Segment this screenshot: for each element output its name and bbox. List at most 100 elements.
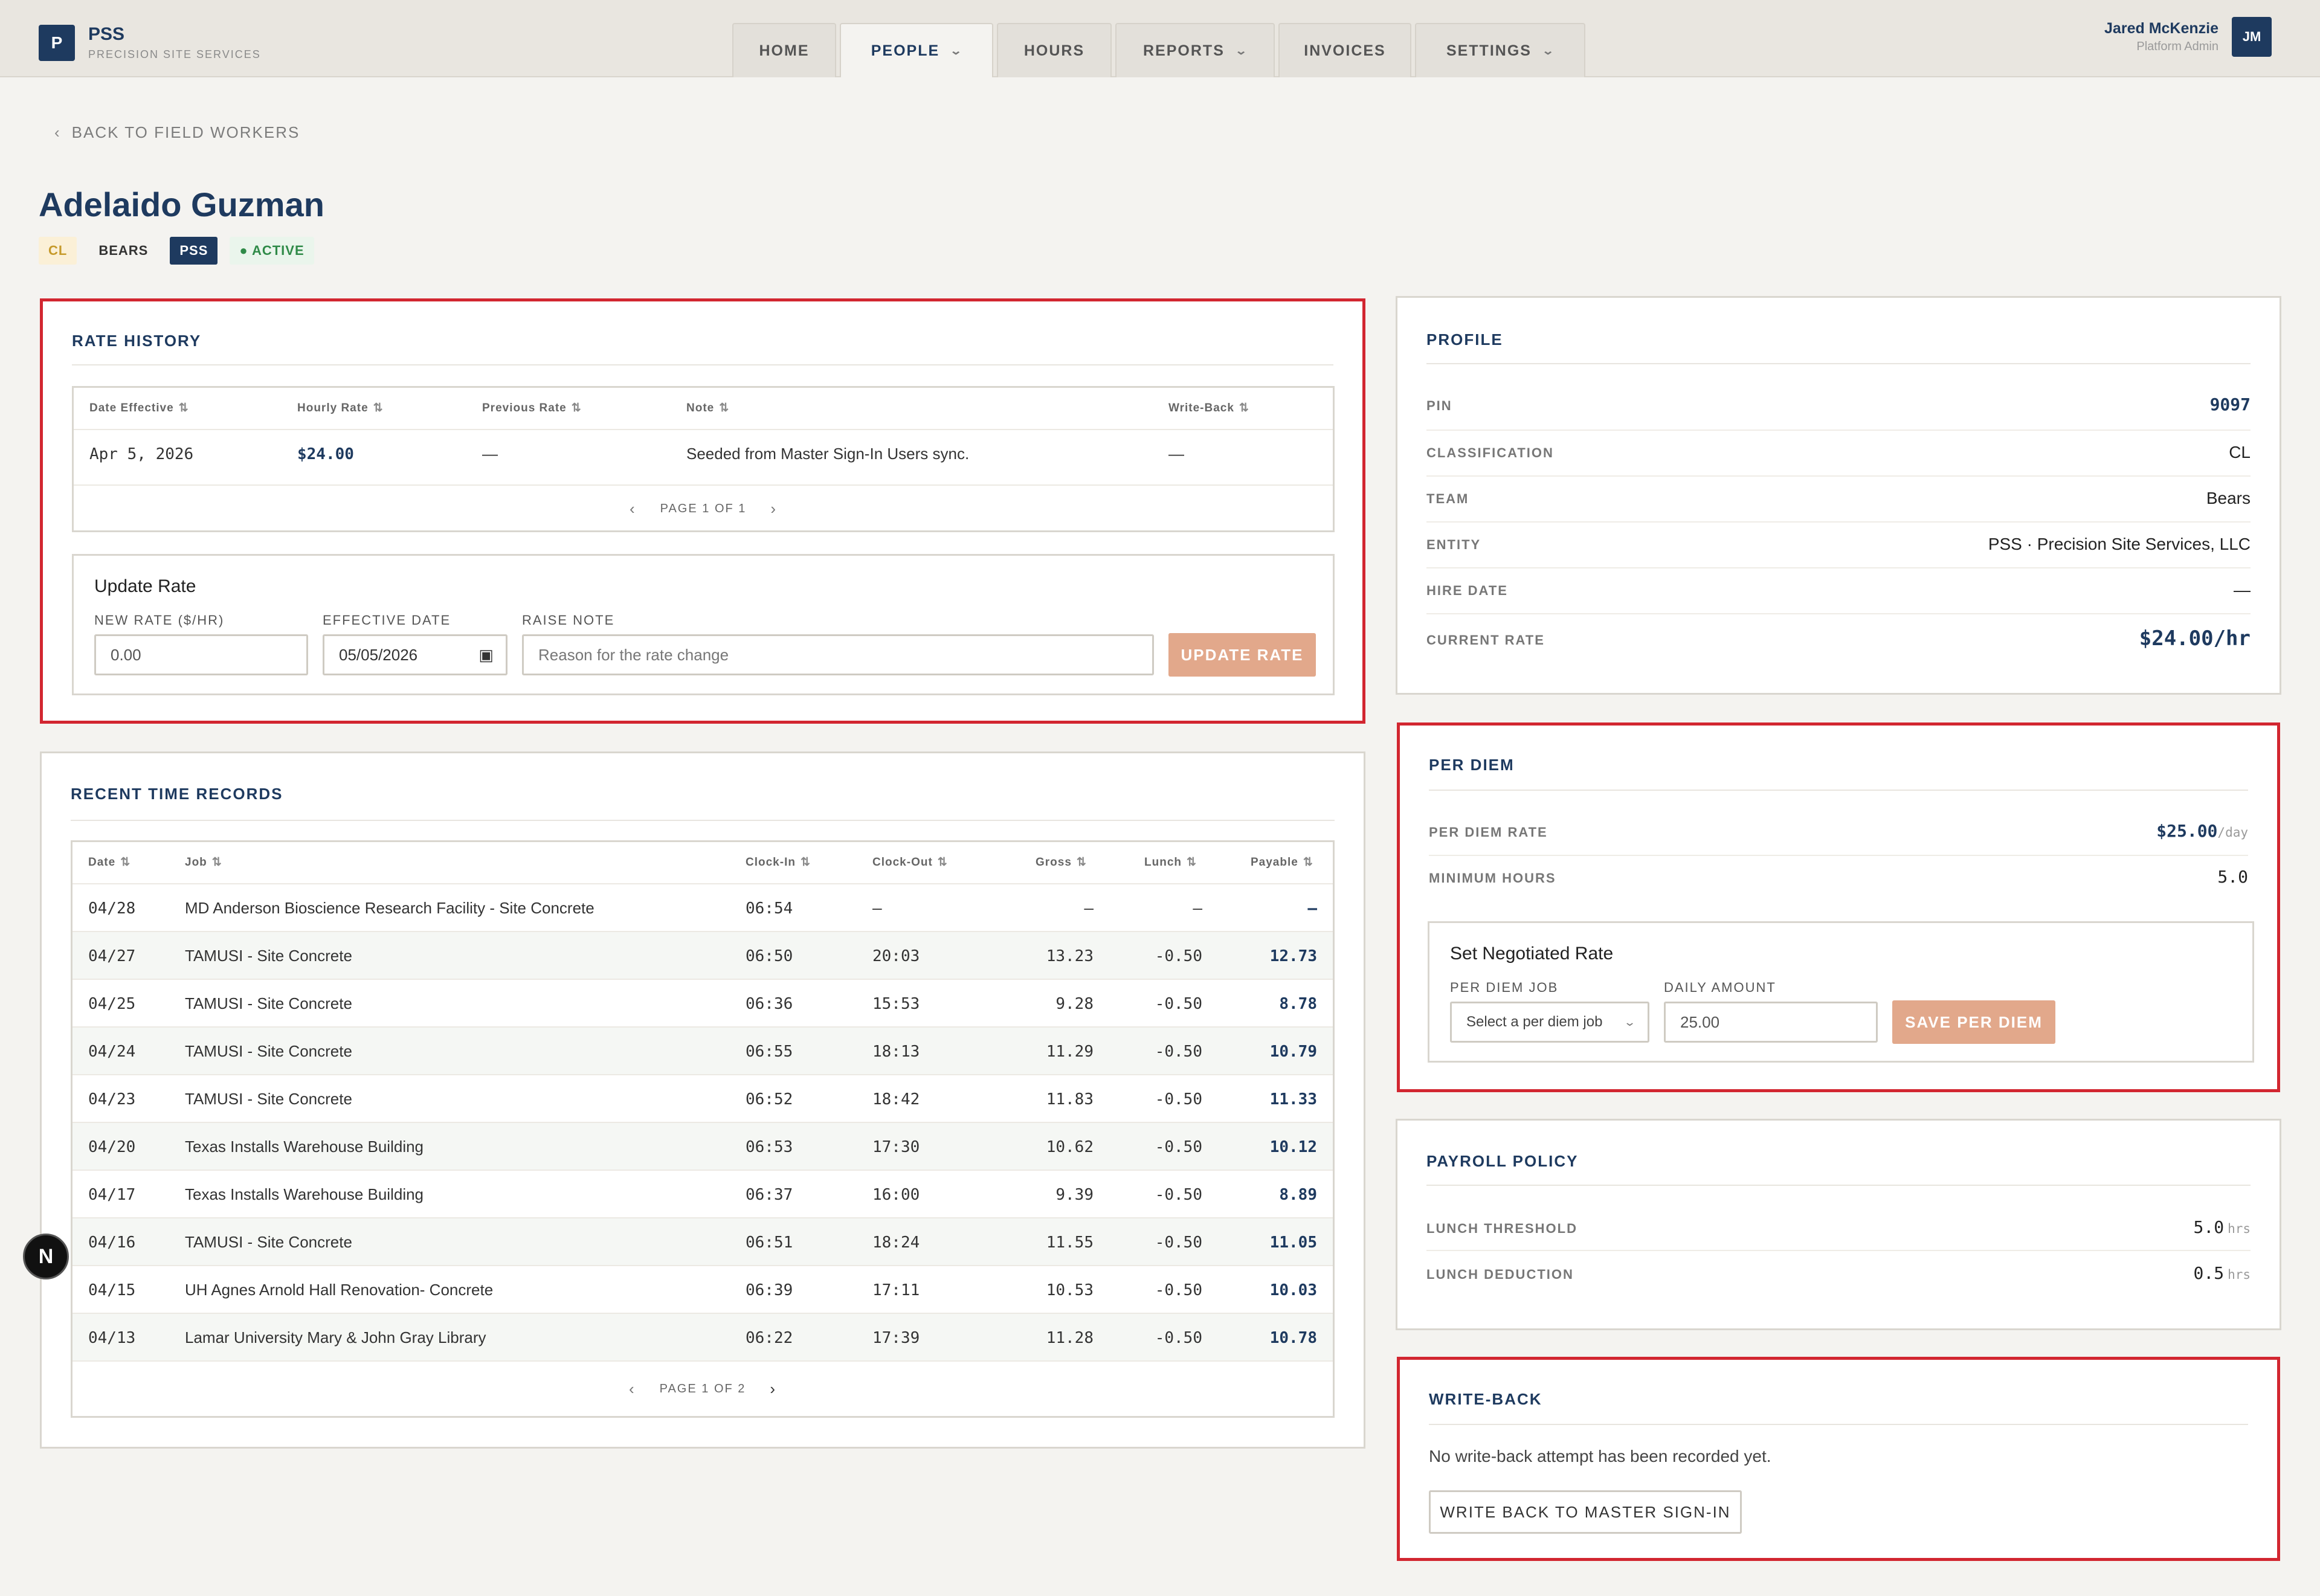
back-to-field-workers-link[interactable]: ‹ BACK TO FIELD WORKERS	[54, 123, 300, 142]
previous-rate: —	[482, 445, 498, 463]
profile-card: PROFILE PIN 9097 CLASSIFICATION CL TEAM …	[1396, 296, 2281, 695]
record-payable: 8.89	[1279, 1185, 1317, 1204]
new-rate-input[interactable]: 0.00	[94, 634, 308, 675]
record-job: Texas Installs Warehouse Building	[185, 1185, 424, 1203]
per-diem-rate-label: PER DIEM RATE	[1429, 825, 1548, 840]
table-row: Apr 5, 2026 $24.00 — Seeded from Master …	[74, 429, 1333, 477]
record-lunch: -0.50	[1155, 1090, 1202, 1109]
daily-amount-input[interactable]: 25.00	[1664, 1002, 1878, 1043]
table-row[interactable]: 04/17 Texas Installs Warehouse Building …	[72, 1170, 1333, 1217]
record-payable: 12.73	[1269, 947, 1317, 965]
table-row[interactable]: 04/25 TAMUSI - Site Concrete 06:36 15:53…	[72, 979, 1333, 1026]
column-header[interactable]: Date Effective ⇅	[89, 401, 189, 415]
column-header[interactable]: Write-Back ⇅	[1168, 401, 1249, 415]
effective-date-input[interactable]: 05/05/2026 ▣	[323, 634, 507, 675]
main-nav: HOME PEOPLE ⌄ HOURS REPORTS ⌄ INVOICES SET…	[732, 23, 1589, 77]
record-job: TAMUSI - Site Concrete	[185, 947, 352, 965]
table-row[interactable]: 04/23 TAMUSI - Site Concrete 06:52 18:42…	[72, 1074, 1333, 1122]
avatar[interactable]: JM	[2232, 17, 2272, 57]
sort-icon: ⇅	[1303, 856, 1313, 869]
record-gross: 10.62	[1046, 1137, 1094, 1156]
table-row[interactable]: 04/20 Texas Installs Warehouse Building …	[72, 1122, 1333, 1170]
current-rate-label: CURRENT RATE	[1426, 632, 1545, 648]
calendar-icon[interactable]: ▣	[478, 646, 494, 664]
chevron-right-icon[interactable]: ›	[770, 500, 777, 518]
classification-label: CLASSIFICATION	[1426, 445, 1554, 460]
record-clock-in: 06:37	[746, 1185, 793, 1204]
column-header[interactable]: Note ⇅	[686, 401, 729, 415]
brand-subtitle: PRECISION SITE SERVICES	[88, 48, 261, 60]
nav-tab-hours[interactable]: HOURS	[997, 23, 1112, 77]
record-lunch: -0.50	[1155, 1328, 1202, 1347]
record-payable: 8.78	[1279, 994, 1317, 1013]
per-diem-title: PER DIEM	[1429, 756, 1515, 774]
entity-badge: PSS	[170, 237, 218, 265]
sort-icon: ⇅	[571, 402, 582, 414]
column-header[interactable]: Hourly Rate ⇅	[297, 401, 384, 415]
lunch-deduction-label: LUNCH DEDUCTION	[1426, 1267, 1574, 1282]
per-diem-job-label: PER DIEM JOB	[1450, 980, 1559, 995]
lunch-threshold-value: 5.0 hrs	[2193, 1217, 2251, 1237]
per-diem-job-select[interactable]: Select a per diem job ⌄	[1450, 1002, 1649, 1043]
table-row[interactable]: 04/27 TAMUSI - Site Concrete 06:50 20:03…	[72, 931, 1333, 979]
nav-tab-reports[interactable]: REPORTS ⌄	[1115, 23, 1275, 77]
record-date: 04/13	[88, 1328, 136, 1347]
user-menu[interactable]: Jared McKenzie Platform Admin JM	[2104, 17, 2272, 57]
column-header[interactable]: Date ⇅	[88, 855, 130, 869]
update-rate-title: Update Rate	[94, 576, 196, 596]
classification-badge: CL	[39, 237, 77, 265]
table-row[interactable]: 04/13 Lamar University Mary & John Gray …	[72, 1313, 1333, 1360]
lunch-deduction-value: 0.5 hrs	[2193, 1263, 2251, 1283]
record-lunch: -0.50	[1155, 1185, 1202, 1204]
brand[interactable]: P PSS PRECISION SITE SERVICES	[39, 24, 261, 61]
record-date: 04/24	[88, 1042, 136, 1061]
column-header[interactable]: Gross ⇅	[1036, 855, 1087, 869]
record-clock-out: 17:39	[872, 1328, 920, 1347]
record-gross: 11.55	[1046, 1233, 1094, 1252]
record-job: UH Agnes Arnold Hall Renovation- Concret…	[185, 1281, 494, 1299]
negotiated-rate-title: Set Negotiated Rate	[1450, 944, 1614, 964]
column-header[interactable]: Clock-In ⇅	[746, 855, 811, 869]
nav-tab-people[interactable]: PEOPLE ⌄	[840, 23, 993, 77]
next-dev-indicator-button[interactable]: N	[23, 1234, 69, 1279]
pin-value: 9097	[2209, 394, 2251, 414]
record-clock-in: 06:39	[746, 1281, 793, 1299]
column-header[interactable]: Payable ⇅	[1251, 855, 1313, 869]
record-clock-out: 18:13	[872, 1042, 920, 1061]
entity-value: PSS · Precision Site Services, LLC	[1988, 535, 2251, 553]
chevron-left-icon[interactable]: ‹	[630, 500, 636, 518]
payroll-policy-card: PAYROLL POLICY LUNCH THRESHOLD 5.0 hrs LU…	[1396, 1119, 2281, 1330]
payroll-policy-title: PAYROLL POLICY	[1426, 1152, 1579, 1170]
nav-tab-invoices[interactable]: INVOICES	[1278, 23, 1411, 77]
record-clock-in: 06:50	[746, 947, 793, 965]
chevron-right-icon[interactable]: ›	[770, 1380, 776, 1398]
save-per-diem-button[interactable]: SAVE PER DIEM	[1892, 1000, 2055, 1044]
time-records-table: Date ⇅ Job ⇅ Clock-In ⇅ Clock-Out ⇅ Gross ⇅ L…	[71, 840, 1335, 1418]
chevron-left-icon[interactable]: ‹	[629, 1380, 636, 1398]
write-back-button[interactable]: WRITE BACK TO MASTER SIGN-IN	[1429, 1490, 1742, 1534]
record-job: TAMUSI - Site Concrete	[185, 1090, 352, 1108]
column-header[interactable]: Clock-Out ⇅	[872, 855, 948, 869]
table-row[interactable]: 04/15 UH Agnes Arnold Hall Renovation- C…	[72, 1265, 1333, 1313]
user-name: Jared McKenzie	[2104, 20, 2218, 37]
update-rate-button[interactable]: UPDATE RATE	[1168, 633, 1316, 677]
raise-note-input[interactable]: Reason for the rate change	[522, 634, 1154, 675]
column-header[interactable]: Lunch ⇅	[1144, 855, 1197, 869]
column-header[interactable]: Job ⇅	[185, 855, 222, 869]
record-payable: 11.05	[1269, 1233, 1317, 1252]
record-lunch: -0.50	[1155, 1233, 1202, 1252]
record-date: 04/15	[88, 1281, 136, 1299]
column-header[interactable]: Previous Rate ⇅	[482, 401, 582, 415]
record-date: 04/16	[88, 1233, 136, 1252]
record-clock-out: 20:03	[872, 947, 920, 965]
table-row[interactable]: 04/28 MD Anderson Bioscience Research Fa…	[72, 883, 1333, 931]
nav-tab-home[interactable]: HOME	[732, 23, 836, 77]
table-row[interactable]: 04/24 TAMUSI - Site Concrete 06:55 18:13…	[72, 1026, 1333, 1074]
chevron-down-icon: ⌄	[949, 44, 964, 57]
chevron-down-icon: ⌄	[1541, 44, 1556, 57]
record-date: 04/28	[88, 899, 136, 918]
table-row[interactable]: 04/16 TAMUSI - Site Concrete 06:51 18:24…	[72, 1217, 1333, 1265]
update-rate-form: Update Rate NEW RATE ($/HR) 0.00 EFFECTI…	[72, 554, 1335, 695]
nav-tab-settings[interactable]: SETTINGS ⌄	[1415, 23, 1585, 77]
record-lunch: -0.50	[1155, 947, 1202, 965]
